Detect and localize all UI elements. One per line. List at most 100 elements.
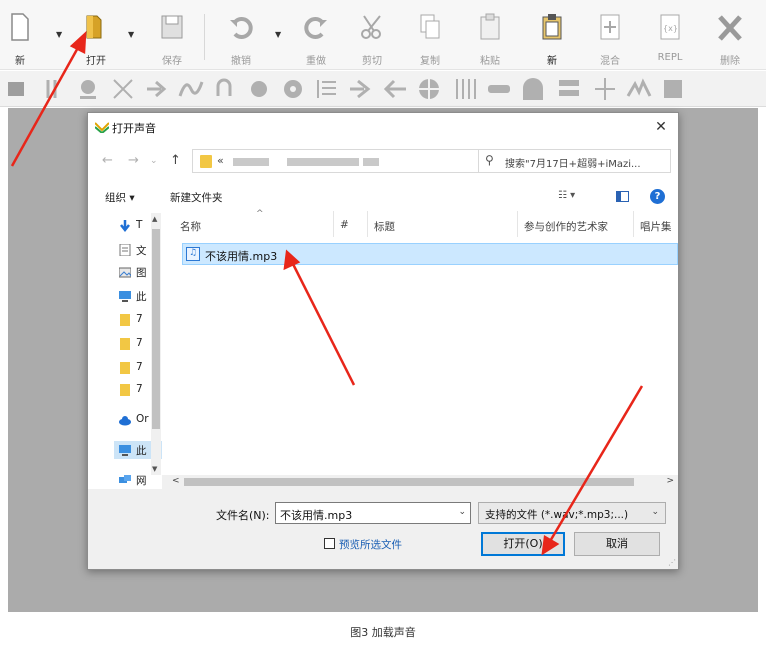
- equalizer-icon[interactable]: [452, 76, 478, 102]
- arrow-right2-icon[interactable]: [348, 76, 374, 102]
- file-name: 不该用情.mp3: [205, 250, 278, 263]
- paste-button[interactable]: 粘贴: [466, 8, 514, 67]
- help-icon[interactable]: ?: [650, 189, 665, 204]
- chevron-down-icon[interactable]: ⌄: [458, 507, 466, 517]
- open-button[interactable]: 打开: [72, 8, 120, 67]
- target-icon[interactable]: [416, 76, 442, 102]
- scissors-icon[interactable]: [110, 76, 136, 102]
- scroll-thumb[interactable]: [152, 229, 160, 429]
- merge-icon[interactable]: [592, 76, 618, 102]
- column-header-number[interactable]: #: [334, 211, 368, 237]
- mix-label: 混合: [600, 56, 620, 67]
- scroll-up-icon[interactable]: ▲: [152, 215, 157, 223]
- column-header-artist[interactable]: 参与创作的艺术家: [518, 211, 634, 237]
- column-header-album[interactable]: 唱片集: [634, 211, 678, 237]
- column-header-title[interactable]: 标题: [368, 211, 518, 237]
- address-prefix: «: [217, 154, 224, 167]
- undo-icon[interactable]: [212, 76, 238, 102]
- scroll-thumb[interactable]: [184, 478, 634, 486]
- delete-x-icon: [718, 15, 742, 41]
- minus-icon[interactable]: [486, 76, 512, 102]
- address-row: ← → ⌄ ↑ « ⌄ ↻ ⚲ 搜索"7月17日+超弱+iMazi...: [88, 147, 678, 177]
- zoom-icon[interactable]: [76, 76, 102, 102]
- close-icon[interactable]: ✕: [650, 117, 672, 137]
- effects-toolbar: [0, 71, 766, 107]
- column-label: #: [340, 219, 349, 231]
- peak-icon[interactable]: [626, 76, 652, 102]
- preview-pane-icon[interactable]: [616, 191, 629, 202]
- open-label: 打开: [86, 56, 106, 67]
- redo-button[interactable]: 重做: [292, 8, 340, 67]
- recent-chevron-down-icon[interactable]: ⌄: [150, 156, 158, 166]
- organize-button[interactable]: 组织 ▾: [105, 190, 135, 205]
- cloud-icon: [119, 416, 131, 426]
- arch-icon[interactable]: [520, 76, 546, 102]
- copy-label: 复制: [420, 56, 440, 67]
- scroll-down-icon[interactable]: ▼: [152, 465, 157, 473]
- cut-button[interactable]: 剪切: [348, 8, 396, 67]
- arrow-right-icon[interactable]: [144, 76, 170, 102]
- preview-checkbox[interactable]: [324, 538, 335, 549]
- chevron-down-icon[interactable]: ⌄: [651, 507, 659, 517]
- folder-icon: [120, 338, 130, 350]
- new-folder-button[interactable]: 新建文件夹: [170, 190, 223, 205]
- gear-icon[interactable]: [246, 76, 272, 102]
- misc-icon[interactable]: [660, 76, 686, 102]
- undo-arrow-icon: [230, 17, 253, 39]
- folder-icon: [120, 314, 130, 326]
- folder-icon: [120, 384, 130, 396]
- split-icon[interactable]: [42, 76, 68, 102]
- toolbar-separator: [204, 14, 205, 60]
- table-row[interactable]: ♫ 不该用情.mp3: [182, 243, 678, 265]
- dialog-footer: 文件名(N): 不该用情.mp3 ⌄ 支持的文件 (*.wav;*.mp3;..…: [88, 489, 678, 569]
- clipboard-new-icon: [542, 14, 562, 40]
- arrow-left-icon[interactable]: [382, 76, 408, 102]
- save-button[interactable]: 保存: [148, 8, 196, 67]
- forward-arrow-icon[interactable]: →: [128, 153, 139, 168]
- back-arrow-icon[interactable]: ←: [102, 153, 113, 168]
- undo-dropdown-caret[interactable]: ▼: [275, 30, 281, 39]
- network-icon: [119, 475, 131, 483]
- filetype-select[interactable]: 支持的文件 (*.wav;*.mp3;...) ⌄: [478, 502, 666, 524]
- repl-button[interactable]: {x} REPL: [646, 8, 694, 66]
- search-box[interactable]: ⚲ 搜索"7月17日+超弱+iMazi...: [478, 149, 671, 173]
- nav-scrollbar[interactable]: ▲ ▼: [151, 213, 161, 475]
- dialog-title-bar[interactable]: 打开声音 ✕: [88, 113, 678, 141]
- column-header-name[interactable]: 名称 ^: [174, 209, 334, 237]
- document-icon: [119, 244, 131, 256]
- open-folder-icon: [86, 15, 102, 39]
- search-icon: ⚲: [485, 153, 494, 167]
- view-options-icon[interactable]: ☷ ▾: [558, 190, 575, 201]
- stack-icon[interactable]: [556, 76, 582, 102]
- folder-icon: [200, 155, 212, 168]
- figure-caption: 图3 加载声音: [350, 626, 416, 639]
- mix-button[interactable]: 混合: [586, 8, 634, 67]
- undo-button[interactable]: 撤销: [217, 8, 265, 67]
- resize-grip-icon[interactable]: ⋰: [668, 558, 676, 567]
- new2-label: 新: [547, 56, 557, 67]
- wave-icon[interactable]: [178, 76, 204, 102]
- column-label: 唱片集: [640, 221, 672, 233]
- new-button[interactable]: 新: [0, 8, 44, 67]
- new2-button[interactable]: 新: [528, 8, 576, 67]
- open-button[interactable]: 打开(O): [481, 532, 565, 556]
- delete-label: 删除: [720, 56, 740, 67]
- repl-icon: {x}: [660, 14, 680, 40]
- filetype-value: 支持的文件 (*.wav;*.mp3;...): [485, 509, 629, 521]
- redacted-path: [233, 158, 269, 166]
- filename-label: 文件名(N):: [216, 509, 270, 522]
- gear2-icon[interactable]: [280, 76, 306, 102]
- cancel-button[interactable]: 取消: [574, 532, 660, 556]
- scroll-right-icon[interactable]: >: [666, 476, 674, 486]
- address-bar[interactable]: « ⌄ ↻: [192, 149, 517, 173]
- horizontal-scrollbar[interactable]: < >: [162, 475, 678, 489]
- audio-icon[interactable]: [6, 76, 32, 102]
- new-dropdown-caret[interactable]: ▼: [56, 30, 62, 39]
- filename-input[interactable]: 不该用情.mp3 ⌄: [275, 502, 471, 524]
- copy-button[interactable]: 复制: [406, 8, 454, 67]
- up-arrow-icon[interactable]: ↑: [170, 153, 181, 168]
- scroll-left-icon[interactable]: <: [172, 476, 180, 486]
- list-icon[interactable]: [314, 76, 340, 102]
- delete-button[interactable]: 删除: [706, 8, 754, 67]
- open-dropdown-caret[interactable]: ▼: [128, 30, 134, 39]
